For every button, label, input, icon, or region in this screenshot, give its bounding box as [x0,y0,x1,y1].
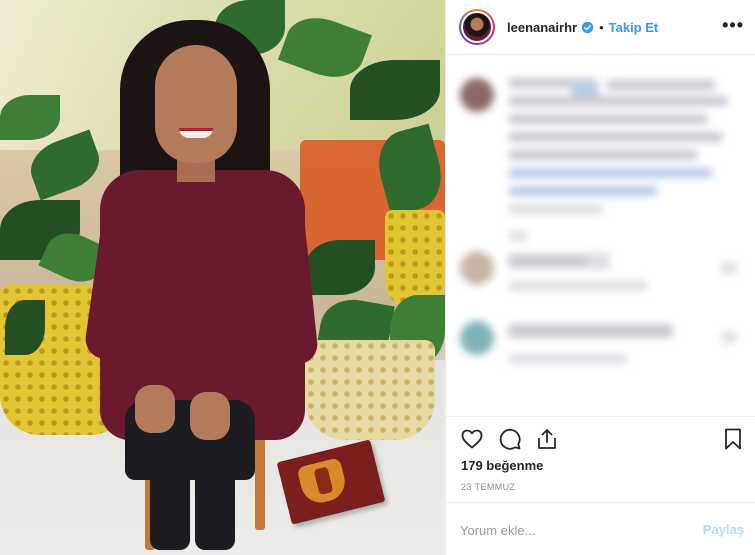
comment-line [508,324,673,338]
comment-line [586,252,610,270]
post-side-panel: leenanairhr • Takip Et ••• 179 beğenme 2… [445,0,755,555]
heart-icon[interactable] [460,427,484,451]
follow-button[interactable]: Takip Et [609,20,659,35]
comment-avatar [460,251,494,285]
verified-badge-icon [581,21,594,33]
comment-line [606,80,716,90]
more-options-icon[interactable]: ••• [722,16,744,34]
separator-dot: • [599,19,604,35]
comment-line [508,168,713,178]
post-actions [446,416,755,460]
comment-line [508,132,723,142]
comment-input[interactable] [460,520,690,540]
hand [135,385,175,433]
comment-avatar [460,78,494,112]
face [155,45,237,163]
likes-count[interactable]: 179 beğenme [461,458,543,473]
comment-bar: Paylaş [446,502,755,555]
username[interactable]: leenanairhr [507,20,577,35]
comment-line [508,96,728,106]
shin [195,460,235,550]
comment-line [508,204,603,214]
share-icon[interactable] [535,427,559,451]
post-date[interactable]: 23 TEMMUZ [461,482,515,492]
comment-line [508,150,698,160]
comment-line [721,262,737,274]
plant-leaf [350,60,440,120]
comment-line [508,354,628,364]
comment-line [508,231,528,241]
comment-line [508,114,708,124]
comments-section-blurred [446,56,755,416]
plant-leaf [0,95,60,140]
shin [150,460,190,550]
avatar-story-ring[interactable] [459,9,495,45]
comment-line [721,331,737,343]
comment-icon[interactable] [498,427,522,451]
comment-line [508,281,648,291]
avatar[interactable] [461,11,493,43]
smile [179,128,213,138]
bookmark-icon[interactable] [721,427,745,451]
plant-leaf [305,240,375,295]
post-header: leenanairhr • Takip Et ••• [446,0,755,55]
comment-line [508,186,658,196]
post-comment-button[interactable]: Paylaş [703,522,744,537]
comment-avatar [460,321,494,355]
plant-leaf [5,300,45,355]
hand [190,392,230,440]
post-photo[interactable] [0,0,445,555]
plant-pot-right [305,340,435,440]
